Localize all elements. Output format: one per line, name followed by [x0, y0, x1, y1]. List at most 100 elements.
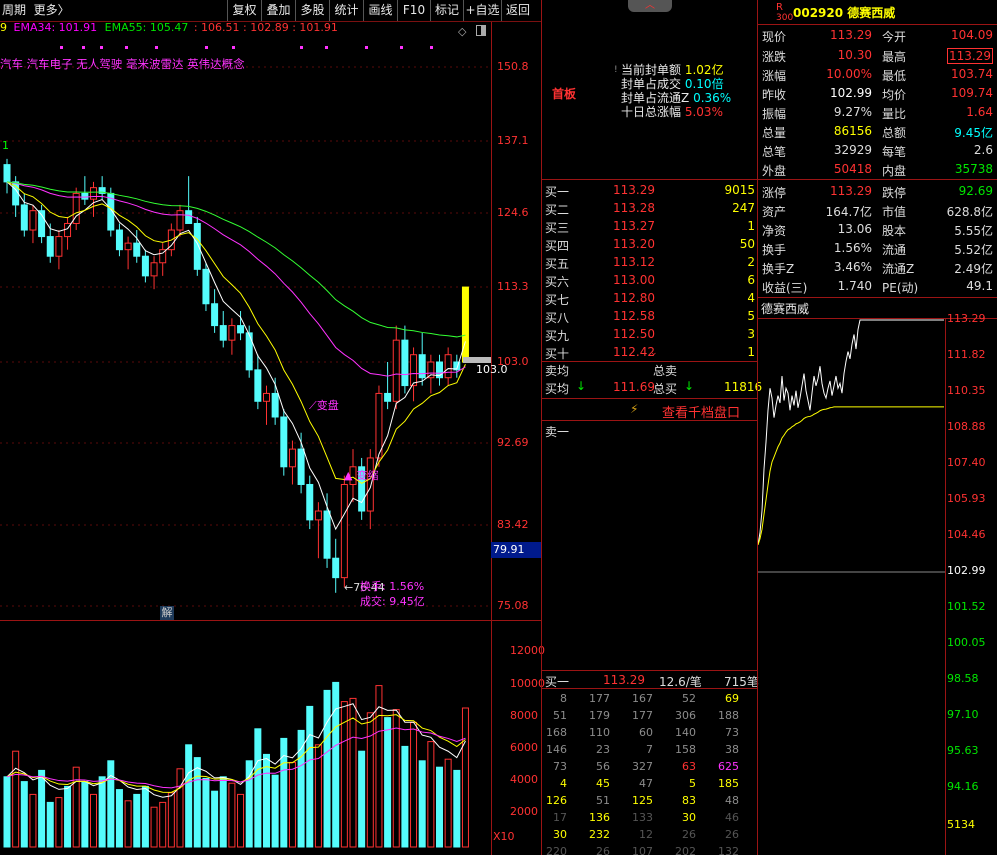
f10-button[interactable]: F10: [398, 0, 431, 21]
volume-bar: [115, 789, 123, 848]
volume-bar: [444, 758, 452, 848]
stat-value: 10.30: [837, 48, 872, 62]
bid-row[interactable]: 买二 113.28 247: [545, 199, 757, 217]
candle-body: [141, 255, 149, 277]
volume-bar: [64, 785, 72, 848]
queue-cell: 26: [596, 845, 610, 855]
statistics-button[interactable]: 统计: [330, 0, 364, 21]
bid-price: 113.20: [613, 237, 655, 251]
intraday-price-tick: 107.40: [947, 456, 986, 469]
intraday-price-tick: 98.58: [947, 672, 979, 685]
bid-level-label: 买十: [545, 347, 570, 361]
queue-cell: 52: [682, 692, 696, 705]
bid-price: 112.50: [613, 327, 655, 341]
stat-label: 量比: [882, 107, 907, 121]
queue-cell: 56: [596, 760, 610, 773]
view-depth-link[interactable]: 查看千档盘口: [662, 402, 740, 421]
fuquan-button[interactable]: 复权: [228, 0, 262, 21]
stat-row: 换手Z 3.46% 流通Z 2.49亿: [760, 258, 996, 278]
queue-cell: 45: [596, 777, 610, 790]
stat-value: 49.1: [966, 279, 993, 293]
queue-cell: 5: [689, 777, 696, 790]
queue-cell: 60: [639, 726, 653, 739]
queue-row: 146 23 7 158 38: [545, 742, 757, 759]
intraday-price-tick: 111.82: [947, 348, 986, 361]
add-watchlist-button[interactable]: +自选: [464, 0, 502, 21]
queue-cell: 8: [560, 692, 567, 705]
volume-bar: [271, 774, 279, 848]
queue-cell: 177: [632, 709, 653, 722]
amount-annotation: 成交: 9.45亿: [360, 595, 425, 608]
draw-line-button[interactable]: 画线: [364, 0, 398, 21]
bid-row[interactable]: 买六 113.00 6: [545, 271, 757, 289]
volume-multiplier: X10: [493, 830, 515, 843]
candle-body: [46, 236, 54, 257]
buy-avg-value: 111.69: [613, 380, 655, 394]
candle-body: [245, 332, 253, 371]
queue-cell: 38: [725, 743, 739, 756]
queue-row: 168 110 60 140 73: [545, 725, 757, 742]
intraday-price-tick: 101.52: [947, 600, 986, 613]
volume-bar: [219, 776, 227, 848]
stock-code-name[interactable]: 002920 德赛西威: [793, 4, 895, 21]
stat-value: 50418: [833, 162, 872, 176]
period-more[interactable]: 周期 更多〉: [0, 0, 228, 21]
volume-bar: [133, 793, 141, 848]
bid-row[interactable]: 买十 112.42 1 ⌄: [545, 343, 757, 361]
volume-chart[interactable]: [0, 622, 492, 855]
stat-label: 现价: [762, 30, 787, 44]
more-button[interactable]: 更多〉: [34, 3, 70, 17]
stat-label: 总额: [882, 126, 907, 140]
bid-price: 113.27: [613, 219, 655, 233]
candle-body: [280, 416, 288, 468]
candle-body: [263, 392, 270, 402]
period-button[interactable]: 周期: [2, 3, 26, 17]
bid-level-label: 买四: [545, 239, 570, 253]
volume-bar: [314, 744, 322, 848]
volume-bar: [202, 777, 210, 848]
chevron-up-icon[interactable]: ︿: [628, 0, 672, 12]
r-mark: R: [776, 2, 783, 13]
stat-value: 32929: [833, 143, 872, 157]
back-button[interactable]: 返回: [502, 0, 534, 21]
stat-value: 1.740: [837, 279, 872, 293]
bid-price: 112.80: [613, 291, 655, 305]
volume-bar: [410, 721, 418, 848]
intraday-mini-chart[interactable]: [758, 318, 946, 855]
bid-volume: 3: [747, 327, 755, 341]
volume-bar: [401, 745, 409, 848]
stat-row: 涨跌 10.30 最高 113.29: [760, 46, 996, 66]
volume-bar: [124, 800, 132, 848]
bid-row[interactable]: 买五 113.12 2: [545, 253, 757, 271]
queue-cell: 73: [553, 760, 567, 773]
bid-volume: 5: [747, 309, 755, 323]
bid-row[interactable]: 买三 113.27 1: [545, 217, 757, 235]
expand-arrow-icon[interactable]: ⌄: [650, 348, 658, 358]
stat-row: 昨收 102.99 均价 109.74: [760, 84, 996, 104]
bid-row[interactable]: 买九 112.50 3: [545, 325, 757, 343]
mark-button[interactable]: 标记: [431, 0, 464, 21]
stat-label: 最低: [882, 69, 907, 83]
bid-row[interactable]: 买一 113.29 9015: [545, 181, 757, 199]
intraday-price-tick: 108.88: [947, 420, 986, 433]
stat-value: 164.7亿: [825, 205, 872, 219]
bid-row[interactable]: 买四 113.20 50: [545, 235, 757, 253]
candle-body: [211, 303, 219, 327]
kline-chart[interactable]: [0, 22, 492, 620]
bid-volume: 247: [732, 201, 755, 215]
volume-bar: [384, 717, 392, 848]
unlock-badge[interactable]: 解: [160, 606, 174, 620]
queue-cell: 232: [589, 828, 610, 841]
stat-label: 净资: [762, 224, 787, 238]
multi-stock-button[interactable]: 多股: [296, 0, 330, 21]
stat-row: 现价 113.29 今开 104.09: [760, 26, 996, 46]
overlay-button[interactable]: 叠加: [262, 0, 296, 21]
bid-row[interactable]: 买八 112.58 5: [545, 307, 757, 325]
queue-cell: 327: [632, 760, 653, 773]
volume-bar: [90, 793, 97, 848]
bid-row[interactable]: 买七 112.80 4: [545, 289, 757, 307]
queue-row: 73 56 327 63 625: [545, 759, 757, 776]
queue-cell: 23: [596, 743, 610, 756]
bid-volume: 1: [747, 219, 755, 233]
volume-bar: [81, 781, 89, 848]
